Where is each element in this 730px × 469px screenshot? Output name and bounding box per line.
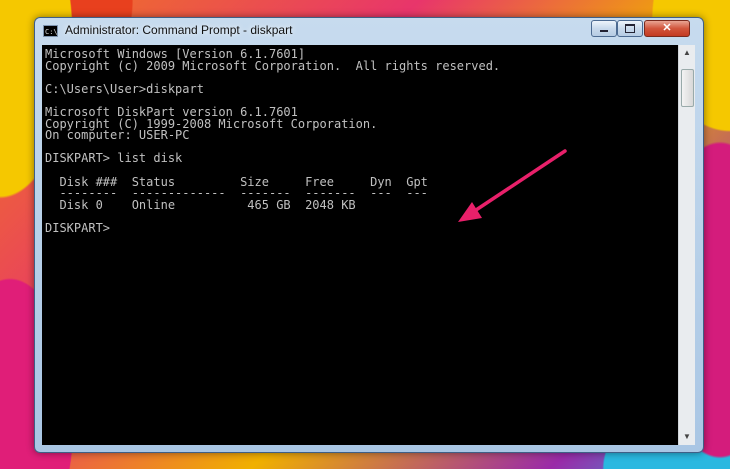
- console-text[interactable]: Microsoft Windows [Version 6.1.7601] Cop…: [42, 45, 678, 235]
- minimize-icon: [600, 30, 608, 32]
- command-prompt-icon[interactable]: C:\: [43, 25, 58, 37]
- minimize-button[interactable]: [591, 20, 617, 37]
- vertical-scrollbar[interactable]: ▲ ▼: [678, 45, 695, 445]
- scroll-down-icon: ▼: [683, 432, 691, 441]
- maximize-icon: [625, 24, 635, 33]
- window-title: Administrator: Command Prompt - diskpart: [65, 23, 293, 37]
- scroll-down-button[interactable]: ▼: [679, 429, 695, 445]
- close-icon: ✕: [662, 22, 672, 34]
- close-button[interactable]: ✕: [644, 20, 690, 37]
- maximize-button[interactable]: [617, 20, 643, 37]
- console-output[interactable]: Microsoft Windows [Version 6.1.7601] Cop…: [42, 45, 678, 445]
- scroll-up-button[interactable]: ▲: [679, 45, 695, 61]
- title-bar[interactable]: C:\ Administrator: Command Prompt - disk…: [35, 18, 703, 44]
- scrollbar-thumb[interactable]: [681, 69, 694, 107]
- command-prompt-window: C:\ Administrator: Command Prompt - disk…: [34, 17, 704, 453]
- scroll-up-icon: ▲: [683, 48, 691, 57]
